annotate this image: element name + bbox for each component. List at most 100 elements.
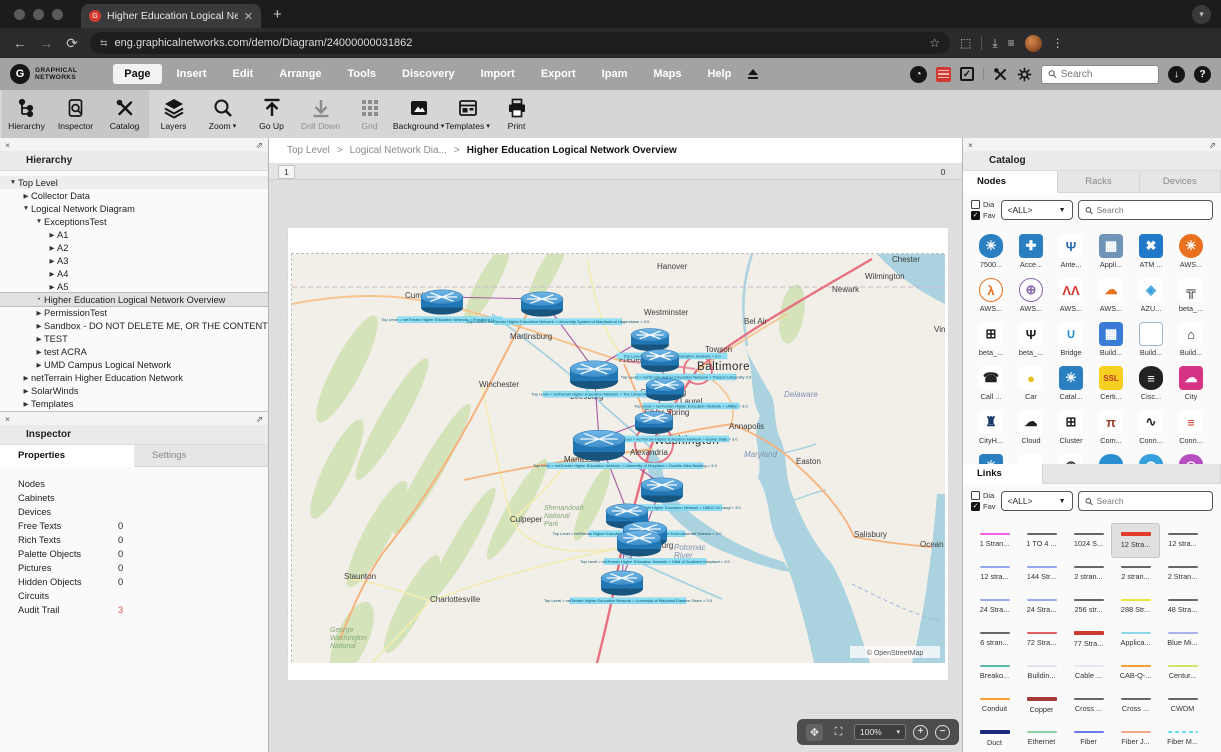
catalog-link-item[interactable]: Cable ... [1065, 656, 1112, 689]
toolbar-print[interactable]: Print [492, 90, 541, 138]
expand-icon[interactable]: ▶ [34, 335, 44, 343]
inspector-row[interactable]: Free Texts0 [18, 519, 268, 533]
site-settings-icon[interactable]: ⇆ [100, 38, 107, 49]
catalog-node-item[interactable]: ☎Call ... [971, 363, 1011, 407]
tab-overview-button[interactable]: ▾ [1192, 5, 1211, 24]
catalog-node-item[interactable]: ≡Cisc... [1131, 363, 1171, 407]
catalog-link-item[interactable]: 48 Stra... [1159, 590, 1206, 623]
catalog-node-item[interactable]: ΨAnte... [1051, 231, 1091, 275]
catalog-node-item[interactable]: ⊞beta_... [971, 319, 1011, 363]
tab-nodes[interactable]: Nodes [963, 171, 1058, 193]
menu-discovery[interactable]: Discovery [391, 64, 466, 84]
catalog-link-item[interactable]: Applica... [1112, 623, 1159, 656]
catalog-link-item[interactable]: Breako... [971, 656, 1018, 689]
catalog-link-item[interactable]: 12 stra... [1159, 524, 1206, 557]
tree-item[interactable]: ▶test ACRA [0, 345, 268, 358]
profile-avatar[interactable] [1025, 35, 1042, 52]
menu-export[interactable]: Export [530, 64, 587, 84]
expand-icon[interactable]: ⇗ [1209, 140, 1216, 150]
catalog-node-item[interactable]: ⌂Build... [1171, 319, 1211, 363]
traffic-light-minimize[interactable] [33, 9, 44, 20]
osm-attribution[interactable]: © OpenStreetMap [867, 649, 924, 657]
app-search[interactable] [1041, 65, 1159, 84]
catalog-node-item[interactable]: ∪Bridge [1051, 319, 1091, 363]
catalog-node-item[interactable]: ⊞Cluster [1051, 407, 1091, 451]
close-icon[interactable]: × [968, 140, 973, 150]
expand-icon[interactable]: ▶ [21, 192, 31, 200]
breadcrumb-item[interactable]: Higher Education Logical Network Overvie… [467, 145, 677, 156]
menu-page[interactable]: Page [113, 64, 161, 84]
catalog-link-item[interactable]: CAB-Q-... [1112, 656, 1159, 689]
catalog-node-item[interactable]: ✳Catal... [1051, 363, 1091, 407]
address-bar[interactable]: ⇆ eng.graphicalnetworks.com/demo/Diagram… [90, 32, 950, 54]
inspector-row[interactable]: Hidden Objects0 [18, 575, 268, 589]
catalog-node-item[interactable]: ▄ [1011, 451, 1051, 464]
catalog-link-item[interactable]: 77 Stra... [1065, 623, 1112, 656]
diagram-canvas[interactable]: HanoverChesterWilmingtonNewarkVinelaCumb… [269, 180, 962, 752]
catalog-link-item[interactable]: Conduit [971, 689, 1018, 722]
inspector-row[interactable]: Audit Trail3 [18, 603, 268, 617]
catalog-link-item[interactable]: Fiber J... [1112, 722, 1159, 752]
catalog-node-item[interactable]: ♜CityH... [971, 407, 1011, 451]
tab-close-icon[interactable]: ✕ [244, 10, 253, 23]
catalog-search[interactable] [1078, 200, 1213, 220]
catalog-link-item[interactable]: 1 TO 4 ... [1018, 524, 1065, 557]
catalog-link-item[interactable]: Buildin... [1018, 656, 1065, 689]
catalog-link-item[interactable]: Centur... [1159, 656, 1206, 689]
browser-tab[interactable]: G Higher Education Logical Net ✕ [81, 4, 261, 28]
catalog-link-item[interactable]: 12 stra... [971, 557, 1018, 590]
toolbar-background[interactable]: Background▾ [394, 90, 443, 138]
catalog-link-item[interactable]: 12 Stra... [1112, 524, 1159, 557]
catalog-link-item[interactable]: 72 Stra... [1018, 623, 1065, 656]
catalog-link-item[interactable]: CWDM [1159, 689, 1206, 722]
links-search-input[interactable] [1097, 496, 1206, 506]
collapse-icon[interactable]: ▼ [21, 205, 31, 212]
close-icon[interactable]: × [5, 414, 10, 424]
catalog-search-input[interactable] [1097, 205, 1206, 215]
expand-icon[interactable]: ▶ [21, 400, 31, 408]
toolbar-templates[interactable]: Templates▾ [443, 90, 492, 138]
toolbar-hierarchy[interactable]: Hierarchy [2, 90, 51, 138]
eject-icon[interactable] [746, 68, 760, 80]
catalog-link-item[interactable]: 24 Stra... [1018, 590, 1065, 623]
catalog-node-item[interactable]: ◈AZU... [1131, 275, 1171, 319]
catalog-node-item[interactable]: ⊕AWS... [1011, 275, 1051, 319]
menu-maps[interactable]: Maps [642, 64, 692, 84]
catalog-link-item[interactable]: 24 Stra... [971, 590, 1018, 623]
tree-item[interactable]: ▶A5 [0, 280, 268, 293]
traffic-light-zoom[interactable] [52, 9, 63, 20]
expand-icon[interactable]: ▶ [47, 270, 57, 278]
tab-list-icon[interactable]: ≡ [1008, 36, 1015, 50]
fav-checkbox[interactable]: ✓ [971, 211, 980, 220]
catalog-link-item[interactable]: 256 str... [1065, 590, 1112, 623]
tasks-checkbox-icon[interactable]: ✓ [960, 67, 974, 81]
tab-properties[interactable]: Properties [0, 445, 134, 467]
expand-icon[interactable]: ▶ [34, 309, 44, 317]
tree-item[interactable]: ▼Top Level [0, 176, 268, 189]
links-type-select[interactable]: <ALL>▼ [1001, 491, 1073, 511]
download-user-icon[interactable]: ↓ [1168, 66, 1185, 83]
tree-item[interactable]: ▶Sandbox - DO NOT DELETE ME, OR THE CONT… [0, 319, 268, 332]
downloads-icon[interactable]: ⤓ [992, 36, 997, 51]
catalog-node-item[interactable]: ΛΛAWS... [1051, 275, 1091, 319]
tools-icon[interactable] [993, 67, 1008, 82]
breadcrumb-item[interactable]: Top Level [287, 145, 330, 156]
tree-item[interactable]: ▶TEST [0, 332, 268, 345]
catalog-node-item[interactable]: ✖ATM ... [1131, 231, 1171, 275]
page-tab-1[interactable]: 1 [278, 165, 295, 179]
kebab-menu-icon[interactable]: ⋮ [1052, 36, 1064, 50]
catalog-link-item[interactable]: 2 stran... [1065, 557, 1112, 590]
catalog-node-item[interactable]: ✳AWS... [1171, 231, 1211, 275]
close-icon[interactable]: × [5, 140, 10, 150]
tree-item[interactable]: ▶Collector Data [0, 189, 268, 202]
expand-icon[interactable]: ▶ [21, 374, 31, 382]
catalog-node-item[interactable]: SSLCerti... [1091, 363, 1131, 407]
traffic-light-close[interactable] [14, 9, 25, 20]
catalog-link-item[interactable]: Ethernet [1018, 722, 1065, 752]
inspector-row[interactable]: Cabinets [18, 491, 268, 505]
extensions-icon[interactable]: ⬚ [960, 36, 971, 50]
search-input[interactable] [1061, 69, 1152, 80]
fit-screen-icon[interactable]: ⛶ [830, 724, 847, 741]
reload-icon[interactable]: ⟳ [64, 35, 80, 52]
help-icon[interactable]: ? [1194, 66, 1211, 83]
